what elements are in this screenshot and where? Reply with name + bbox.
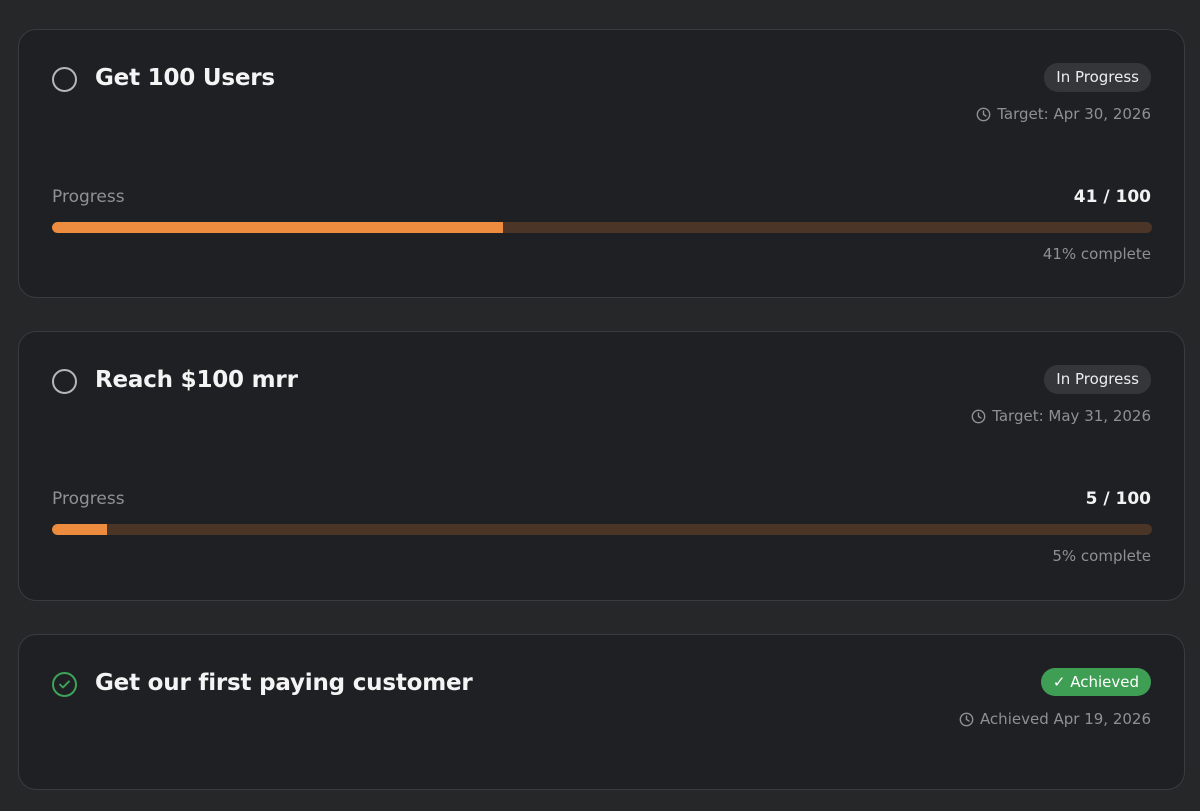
goal-title: Reach $100 mrr [95, 367, 298, 393]
goal-title: Get our first paying customer [95, 670, 473, 696]
circle-outline-icon[interactable] [52, 67, 77, 92]
achieved-date-text: Achieved Apr 19, 2026 [979, 710, 1151, 728]
goal-title: Get 100 Users [95, 65, 275, 91]
target-date: Target: Apr 30, 2026 [976, 104, 1151, 124]
progress-count: 41 / 100 [1073, 187, 1151, 207]
progress-bar [52, 222, 1152, 233]
progress-label: Progress [52, 187, 125, 207]
goal-card: Reach $100 mrr In Progress Target: May 3… [18, 331, 1185, 601]
target-date-text: Target: Apr 30, 2026 [997, 105, 1151, 123]
circle-outline-icon[interactable] [52, 369, 77, 394]
status-badge: In Progress [1044, 365, 1151, 394]
target-date-text: Target: May 31, 2026 [992, 407, 1151, 425]
status-badge: In Progress [1044, 63, 1151, 92]
goal-card: Get 100 Users In Progress Target: Apr 30… [18, 29, 1185, 298]
check-circle-icon[interactable] [52, 672, 77, 697]
target-date: Target: May 31, 2026 [971, 406, 1151, 426]
clock-icon [976, 107, 991, 122]
achieved-date: Achieved Apr 19, 2026 [959, 709, 1151, 729]
progress-bar [52, 524, 1152, 535]
progress-bar-fill [52, 222, 503, 233]
percent-complete: 5% complete [1052, 547, 1151, 565]
progress-bar-fill [52, 524, 107, 535]
percent-complete: 41% complete [1042, 245, 1151, 263]
progress-count: 5 / 100 [1085, 489, 1151, 509]
goal-card: Get our first paying customer ✓ Achieved… [18, 634, 1185, 790]
achieved-badge: ✓ Achieved [1040, 668, 1151, 696]
progress-label: Progress [52, 489, 125, 509]
clock-icon [971, 409, 986, 424]
clock-icon [959, 712, 974, 727]
